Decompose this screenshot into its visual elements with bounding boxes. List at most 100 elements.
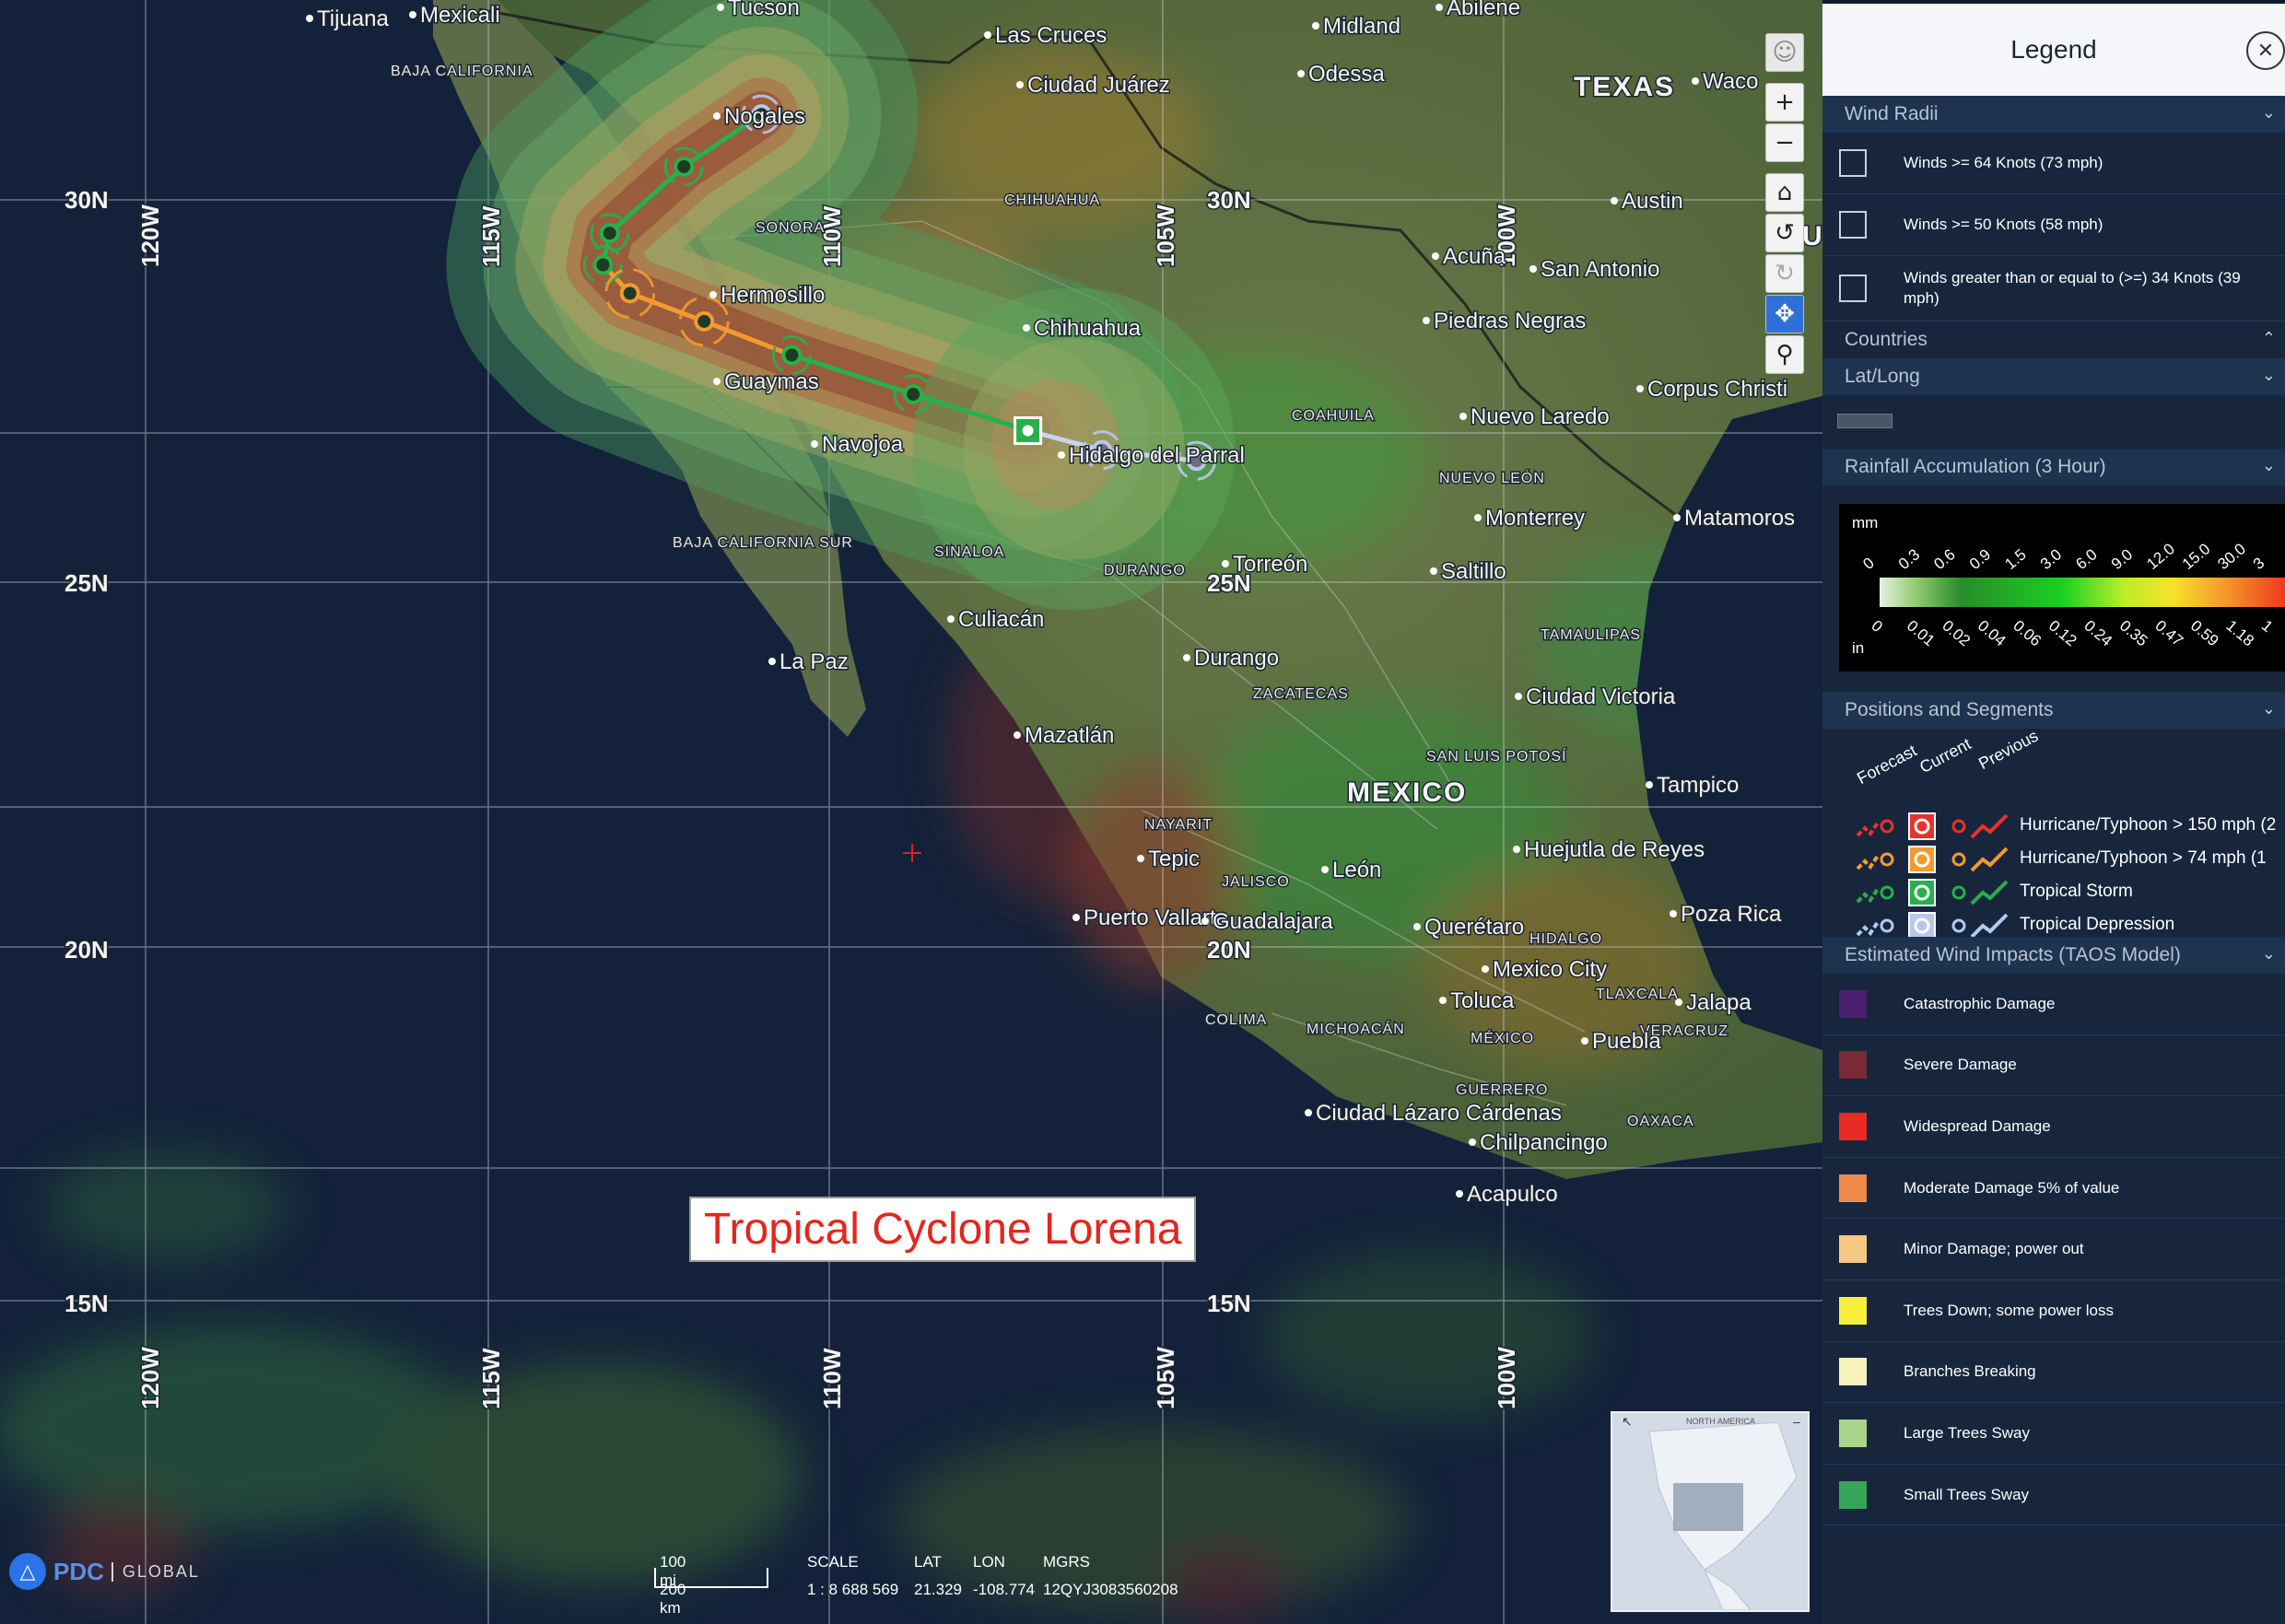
wind-impacts-section-header[interactable]: Estimated Wind Impacts (TAOS Model) ⌄: [1822, 937, 2285, 974]
forecast-storm-icon: [1880, 819, 1894, 834]
legend-header: Legend ✕: [1822, 4, 2285, 96]
wind-impact-swatch: [1839, 1358, 1867, 1386]
lon-grid-label: 115W: [477, 1348, 505, 1409]
wind-radii-section-header[interactable]: Wind Radii ⌄: [1822, 96, 2285, 133]
rainfall-mm-tick: 9.0: [2108, 545, 2136, 573]
city-dot: [1636, 385, 1644, 392]
city-label: Navojoa: [822, 432, 904, 457]
wind-impact-item: Minor Damage; power out: [1822, 1219, 2285, 1280]
legend-title: Legend: [2010, 35, 2097, 64]
lat-grid-label: 30N: [1207, 186, 1251, 214]
rainfall-mm-tick: 0.3: [1895, 545, 1923, 573]
zoom-out-icon[interactable]: −: [1765, 123, 1804, 162]
city-label: Mexico City: [1493, 957, 1607, 982]
city-label: La Paz: [779, 649, 849, 674]
previous-symbol: [1970, 847, 2009, 872]
city-label: San Antonio: [1541, 257, 1659, 282]
city-dot: [709, 291, 717, 298]
city-dot: [409, 11, 416, 18]
city-label: Puerto Vallarta: [1084, 905, 1229, 930]
city-dot: [1439, 997, 1447, 1004]
rainfall-in-tick: 1.18: [2222, 617, 2257, 650]
rainfall-colorbar: mm in 0 0.3 0.6 0.9 1.5 3.0 6.0 9.0 12.0 15.0 30.0…: [1852, 514, 2285, 657]
state-label: SINALOA: [934, 544, 1004, 560]
chevron-down-icon[interactable]: ⌄: [2262, 699, 2276, 719]
map-toolbar: ☺ + − ⌂ ↺ ↻ ✥ ⚲: [1765, 33, 1806, 376]
rotate-left-icon[interactable]: ↺: [1765, 214, 1804, 252]
latlong-title: Lat/Long: [1845, 366, 1920, 387]
latlong-section-header[interactable]: Lat/Long ⌄: [1822, 358, 2285, 395]
city-label: Chihuahua: [1034, 316, 1142, 341]
rainfall-section-header[interactable]: Rainfall Accumulation (3 Hour) ⌄: [1822, 449, 2285, 485]
home-icon[interactable]: ⌂: [1765, 173, 1804, 212]
previous-storm-icon: [1951, 852, 1966, 867]
city-dot: [1201, 917, 1209, 925]
wind-impact-item: Moderate Damage 5% of value: [1822, 1158, 2285, 1220]
chevron-down-icon[interactable]: ⌄: [2262, 944, 2276, 964]
rainfall-in-tick: 0.59: [2187, 617, 2222, 650]
city-label: Las Cruces: [995, 23, 1107, 48]
track-position-marker[interactable]: [619, 283, 640, 304]
city-label: Querétaro: [1424, 915, 1524, 940]
track-position-marker[interactable]: [599, 223, 620, 244]
track-position-marker[interactable]: [592, 254, 614, 275]
previous-symbol: [1970, 813, 2009, 839]
current-symbol: [1908, 879, 1936, 906]
city-label: Austin: [1622, 189, 1683, 214]
position-segment-label: Hurricane/Typhoon > 150 mph (2: [2020, 815, 2277, 835]
state-label: NUEVO LEÓN: [1439, 469, 1545, 486]
rainfall-in-tick: 0.35: [2116, 617, 2151, 650]
person-icon[interactable]: ☺: [1765, 33, 1804, 72]
city-dot: [1023, 324, 1030, 332]
countries-section-header[interactable]: Countries ⌃: [1822, 321, 2285, 358]
state-label: COAHUILA: [1292, 408, 1375, 424]
minimize-icon: –: [1793, 1414, 1800, 1429]
chevron-down-icon[interactable]: ⌄: [2262, 103, 2276, 123]
chevron-down-icon[interactable]: ⌄: [2262, 456, 2276, 475]
pdc-logo: △ PDC GLOBAL: [9, 1553, 200, 1590]
map-canvas[interactable]: 30N 30N25N 25N20N 20N15N 15N120W120W115W115W…: [0, 0, 1822, 1624]
city-dot: [811, 440, 818, 448]
wind-impact-swatch: [1839, 1419, 1867, 1447]
pan-icon[interactable]: ✥: [1765, 295, 1804, 333]
city-dot: [1014, 731, 1021, 739]
city-label: Acapulco: [1467, 1182, 1558, 1207]
track-position-marker[interactable]: [903, 384, 924, 405]
rainfall-mm-tick: 30.0: [2214, 540, 2249, 573]
track-position-marker[interactable]: [694, 310, 715, 332]
track-position-marker[interactable]: [674, 156, 695, 177]
wind-impact-label: Severe Damage: [1904, 1056, 2017, 1074]
close-icon[interactable]: ✕: [2246, 31, 2285, 70]
zoom-box-icon[interactable]: ⚲: [1765, 335, 1804, 374]
zoom-in-icon[interactable]: +: [1765, 83, 1804, 122]
storm-name-label: Tropical Cyclone Lorena: [689, 1197, 1197, 1262]
chevron-down-icon[interactable]: ⌄: [2262, 366, 2276, 385]
wind-radii-item: Winds >= 64 Knots (73 mph): [1822, 133, 2285, 194]
overview-map[interactable]: ↖ – NORTH AMERICA: [1611, 1411, 1810, 1612]
city-label: Mexicali: [420, 3, 500, 28]
chevron-up-icon[interactable]: ⌃: [2262, 329, 2276, 348]
city-label: Guaymas: [724, 369, 819, 394]
current-position-dot: [1022, 425, 1034, 437]
wind-impact-item: Branches Breaking: [1822, 1342, 2285, 1404]
wind-impact-label: Widespread Damage: [1904, 1116, 2051, 1135]
rotate-right-icon[interactable]: ↻: [1765, 254, 1804, 293]
overview-extent[interactable]: [1673, 1483, 1743, 1531]
rainfall-mm-tick: 0: [1859, 554, 1877, 573]
map-view[interactable]: 30N 30N 25N 25N 20N 20N 15N 15N 120W 120W 115W 115W…: [0, 0, 1822, 1624]
mgrs-label: MGRS: [1043, 1553, 1090, 1571]
rainfall-mm-label: mm: [1852, 514, 1878, 532]
previous-symbol: [1970, 913, 2009, 939]
scale-km: 200 km: [660, 1581, 686, 1617]
track-position-marker[interactable]: [781, 345, 803, 366]
city-dot: [1016, 81, 1024, 88]
lon-grid-label: 115W: [477, 205, 505, 267]
previous-symbol: [1970, 880, 2009, 905]
city-dot: [984, 31, 991, 39]
city-label: Tepic: [1148, 847, 1200, 871]
position-segment-symbols: [1856, 879, 2009, 906]
city-label: Odessa: [1308, 62, 1385, 87]
state-label: JALISCO: [1222, 874, 1290, 890]
city-label: Tampico: [1657, 773, 1739, 798]
positions-section-header[interactable]: Positions and Segments ⌄: [1822, 692, 2285, 729]
